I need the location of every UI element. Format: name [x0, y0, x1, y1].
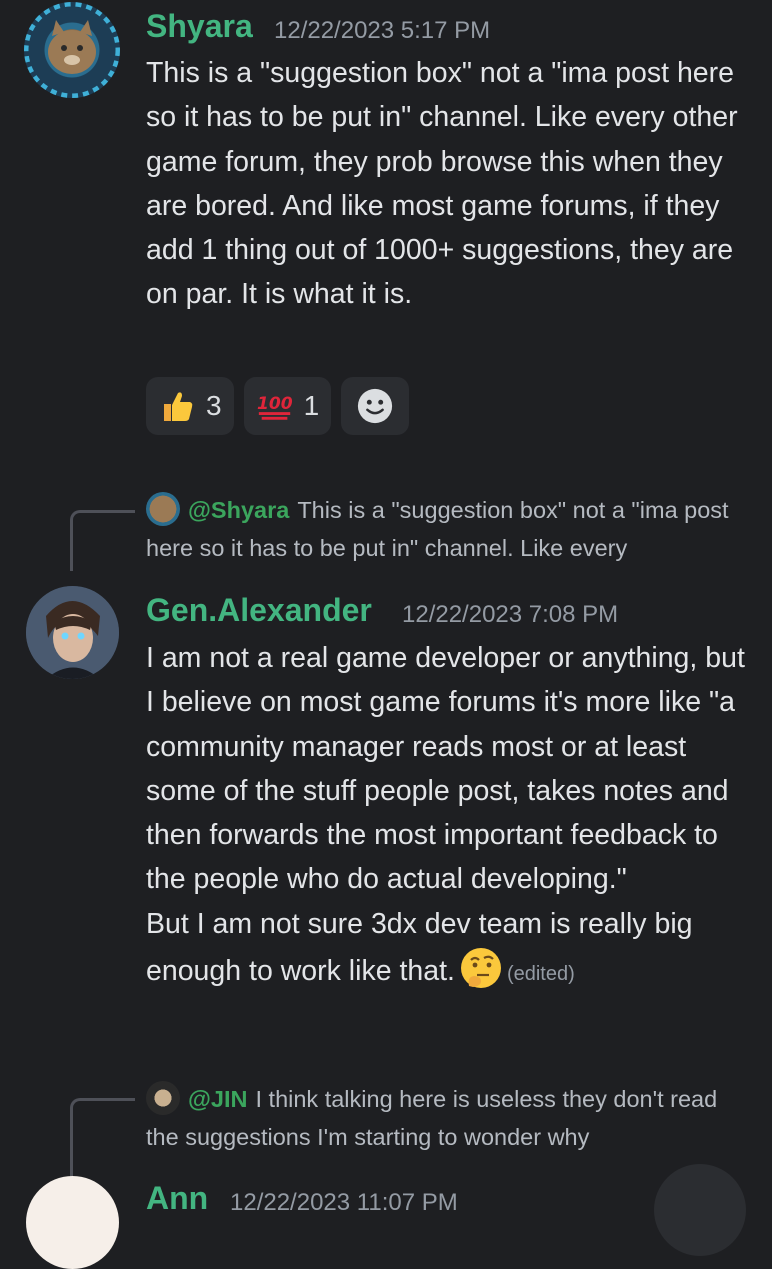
edited-label: (edited)	[506, 963, 575, 986]
reaction-count: 3	[206, 390, 222, 421]
thumbs-up-icon	[158, 387, 196, 425]
message-text: This is a "suggestion box" not a "ima po…	[146, 57, 738, 311]
message-line: But I am not sure 3dx dev team is really…	[146, 907, 693, 988]
floating-action-button[interactable]	[654, 1164, 746, 1256]
reactions-bar: 3 100 1	[146, 377, 410, 435]
reaction-hundred[interactable]: 100 1	[243, 377, 332, 435]
reply-avatar	[146, 1081, 180, 1115]
reply-preview[interactable]: @Shyara This is a "suggestion box" not a …	[146, 491, 756, 567]
avatar-shyara[interactable]	[24, 2, 120, 98]
reply-avatar	[146, 492, 180, 526]
reaction-count: 1	[303, 390, 320, 421]
timestamp: 12/22/2023 5:17 PM	[274, 17, 491, 44]
message-text: I am not a real game developer or anythi…	[146, 636, 756, 996]
reply-connector	[70, 510, 135, 571]
thinking-face-icon	[459, 946, 503, 990]
username-ann[interactable]: Ann	[146, 1180, 208, 1217]
username-gen-alexander[interactable]: Gen.Alexander	[146, 592, 372, 629]
reply-mention[interactable]: @JIN	[188, 1086, 247, 1112]
username-shyara[interactable]: Shyara	[146, 8, 253, 45]
svg-text:100: 100	[257, 394, 293, 414]
timestamp: 12/22/2023 7:08 PM	[402, 601, 619, 628]
avatar-ann[interactable]	[26, 1176, 119, 1269]
message-line: I am not a real game developer or anythi…	[146, 642, 745, 896]
smiley-icon	[356, 387, 394, 425]
message-line-with-emoji: But I am not sure 3dx dev team is really…	[146, 902, 756, 997]
reaction-thumbs-up[interactable]: 3	[146, 377, 234, 435]
hundred-points-icon: 100	[256, 387, 294, 425]
avatar-gen-alexander[interactable]	[26, 586, 119, 679]
add-reaction-button[interactable]	[341, 377, 410, 435]
timestamp: 12/22/2023 11:07 PM	[230, 1189, 458, 1216]
reply-preview[interactable]: @JIN I think talking here is useless they…	[146, 1080, 756, 1156]
reply-mention[interactable]: @Shyara	[188, 497, 289, 523]
